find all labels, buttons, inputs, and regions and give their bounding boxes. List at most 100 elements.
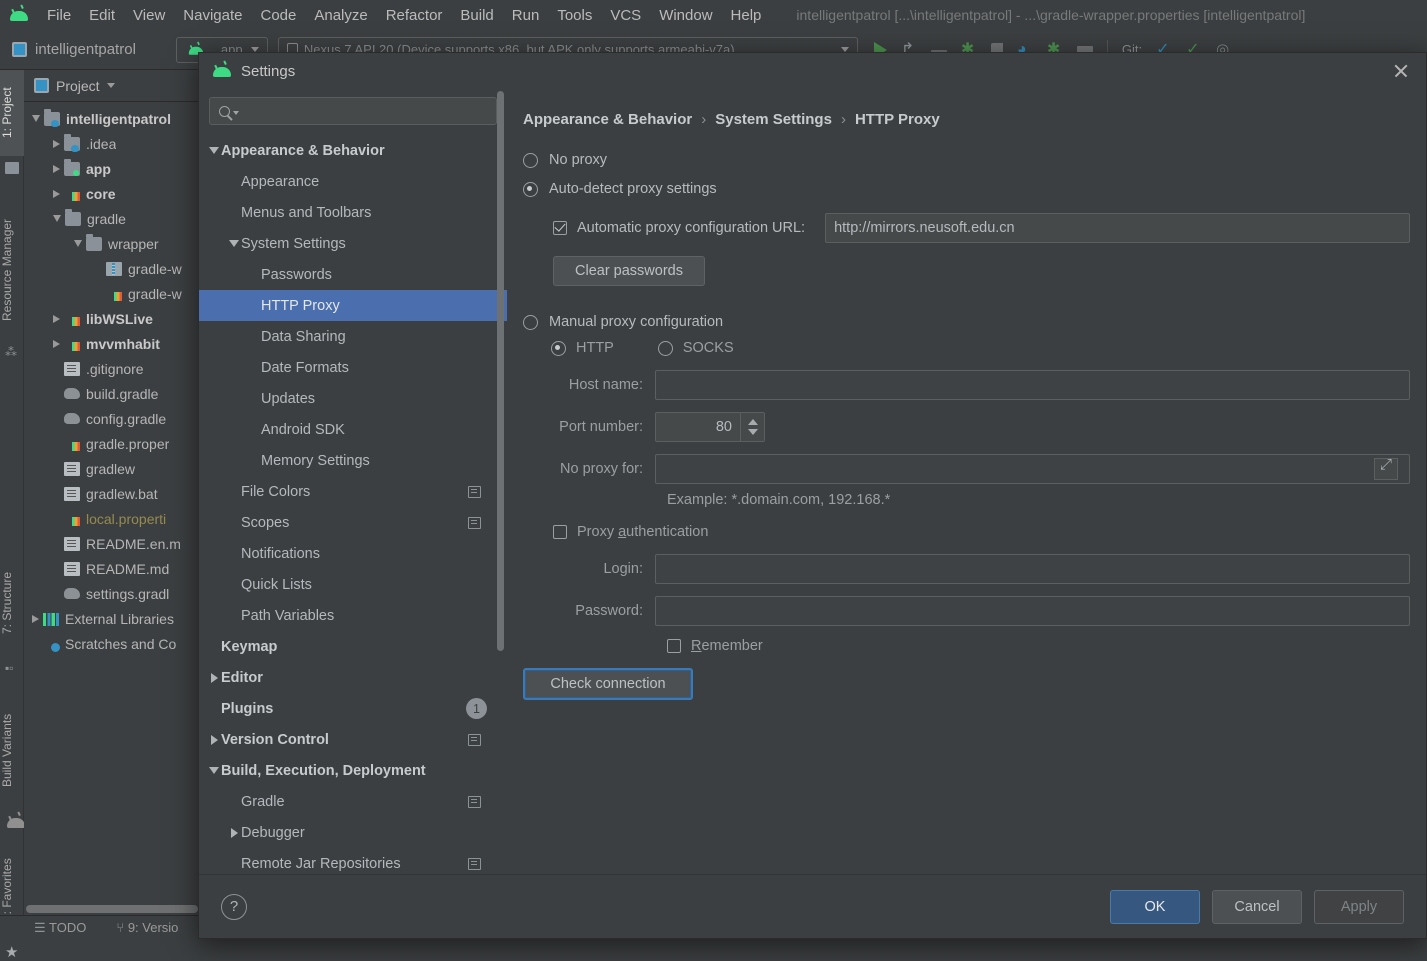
no-proxy-for-input[interactable] bbox=[655, 454, 1410, 484]
sidebar-item-resource-manager[interactable]: Resource Manager bbox=[0, 200, 24, 340]
settings-tree-item-appearance-behavior[interactable]: Appearance & Behavior bbox=[199, 135, 507, 166]
settings-tree-item-passwords[interactable]: Passwords bbox=[199, 259, 507, 290]
menu-item-code[interactable]: Code bbox=[251, 5, 305, 26]
project-tree-row[interactable]: config.gradle bbox=[24, 406, 199, 431]
settings-tree-item-scopes[interactable]: Scopes bbox=[199, 507, 507, 538]
project-tree-row[interactable]: settings.gradl bbox=[24, 581, 199, 606]
login-input[interactable] bbox=[655, 554, 1410, 584]
project-tree-row[interactable]: build.gradle bbox=[24, 381, 199, 406]
cancel-button[interactable]: Cancel bbox=[1212, 890, 1302, 924]
manual-proxy-option[interactable]: Manual proxy configuration bbox=[523, 308, 1410, 336]
chevron-down-icon[interactable] bbox=[207, 147, 221, 154]
project-tree-row[interactable]: gradle-w bbox=[24, 256, 199, 281]
settings-tree-item-build-execution-deployment[interactable]: Build, Execution, Deployment bbox=[199, 755, 507, 786]
copy-settings-icon[interactable] bbox=[468, 796, 481, 808]
host-name-input[interactable] bbox=[655, 370, 1410, 400]
http-radio[interactable] bbox=[551, 341, 566, 356]
menu-item-view[interactable]: View bbox=[124, 5, 174, 26]
settings-tree-item-notifications[interactable]: Notifications bbox=[199, 538, 507, 569]
chevron-right-icon[interactable] bbox=[227, 828, 241, 838]
settings-tree-item-updates[interactable]: Updates bbox=[199, 383, 507, 414]
copy-settings-icon[interactable] bbox=[468, 734, 481, 746]
breadcrumb-part-1[interactable]: Appearance & Behavior bbox=[523, 111, 692, 128]
settings-tree-item-gradle[interactable]: Gradle bbox=[199, 786, 507, 817]
no-proxy-option[interactable]: No proxy bbox=[523, 146, 1410, 174]
password-input[interactable] bbox=[655, 596, 1410, 626]
menu-item-navigate[interactable]: Navigate bbox=[174, 5, 251, 26]
menu-item-edit[interactable]: Edit bbox=[80, 5, 124, 26]
project-tree-row[interactable]: wrapper bbox=[24, 231, 199, 256]
manual-proxy-radio[interactable] bbox=[523, 315, 538, 330]
project-tree-row[interactable]: gradlew.bat bbox=[24, 481, 199, 506]
project-breadcrumb-chip[interactable]: intelligentpatrol bbox=[12, 41, 136, 58]
sidebar-item-structure[interactable]: 7: Structure bbox=[0, 550, 24, 656]
settings-tree-scrollbar[interactable] bbox=[497, 91, 504, 651]
project-tree-row[interactable]: gradle.proper bbox=[24, 431, 199, 456]
project-tree-row[interactable]: .idea bbox=[24, 131, 199, 156]
project-tree-row[interactable]: .gitignore bbox=[24, 356, 199, 381]
menu-item-analyze[interactable]: Analyze bbox=[305, 5, 376, 26]
sidebar-item-build-variants[interactable]: Build Variants bbox=[0, 692, 24, 808]
menu-item-build[interactable]: Build bbox=[451, 5, 502, 26]
project-tree-row[interactable]: Scratches and Co bbox=[24, 631, 199, 656]
chevron-down-icon[interactable] bbox=[74, 240, 82, 247]
menu-item-help[interactable]: Help bbox=[722, 5, 771, 26]
settings-tree-item-remote-jar-repositories[interactable]: Remote Jar Repositories bbox=[199, 848, 507, 874]
chevron-down-icon[interactable] bbox=[32, 115, 40, 122]
remember-row[interactable]: Remember bbox=[667, 638, 1410, 654]
help-button[interactable]: ? bbox=[221, 894, 247, 920]
menu-item-vcs[interactable]: VCS bbox=[601, 5, 650, 26]
settings-tree-item-debugger[interactable]: Debugger bbox=[199, 817, 507, 848]
settings-tree-item-plugins[interactable]: Plugins1 bbox=[199, 693, 507, 724]
auto-detect-option[interactable]: Auto-detect proxy settings bbox=[523, 174, 1410, 204]
menu-item-tools[interactable]: Tools bbox=[548, 5, 601, 26]
project-tree-row[interactable]: intelligentpatrol bbox=[24, 106, 199, 131]
settings-tree-item-date-formats[interactable]: Date Formats bbox=[199, 352, 507, 383]
chevron-right-icon[interactable] bbox=[207, 735, 221, 745]
settings-tree-item-http-proxy[interactable]: HTTP Proxy bbox=[199, 290, 507, 321]
project-panel-header[interactable]: Project bbox=[24, 70, 199, 102]
clear-passwords-button[interactable]: Clear passwords bbox=[553, 256, 705, 286]
auto-detect-radio[interactable] bbox=[523, 182, 538, 197]
settings-tree-item-path-variables[interactable]: Path Variables bbox=[199, 600, 507, 631]
settings-tree-item-menus-and-toolbars[interactable]: Menus and Toolbars bbox=[199, 197, 507, 228]
settings-tree-item-memory-settings[interactable]: Memory Settings bbox=[199, 445, 507, 476]
pac-url-checkbox[interactable] bbox=[553, 221, 567, 235]
menu-item-window[interactable]: Window bbox=[650, 5, 721, 26]
settings-tree-item-version-control[interactable]: Version Control bbox=[199, 724, 507, 755]
ok-button[interactable]: OK bbox=[1110, 890, 1200, 924]
menu-item-run[interactable]: Run bbox=[503, 5, 549, 26]
close-icon[interactable] bbox=[1386, 56, 1416, 86]
port-number-stepper[interactable]: 80 bbox=[655, 412, 765, 442]
project-tree-row[interactable]: gradle bbox=[24, 206, 199, 231]
copy-settings-icon[interactable] bbox=[468, 858, 481, 870]
project-tree-row[interactable]: libWSLive bbox=[24, 306, 199, 331]
chevron-right-icon[interactable] bbox=[53, 340, 60, 348]
chevron-right-icon[interactable] bbox=[53, 315, 60, 323]
chevron-down-icon[interactable] bbox=[207, 767, 221, 774]
project-tree-row[interactable]: gradlew bbox=[24, 456, 199, 481]
copy-settings-icon[interactable] bbox=[468, 486, 481, 498]
project-tree-row[interactable]: local.properti bbox=[24, 506, 199, 531]
project-tree-row[interactable]: app bbox=[24, 156, 199, 181]
expand-icon[interactable] bbox=[1374, 458, 1398, 480]
pac-url-input[interactable]: http://mirrors.neusoft.edu.cn bbox=[825, 213, 1410, 243]
proxy-auth-row[interactable]: Proxy authentication bbox=[553, 524, 1410, 540]
chevron-down-icon[interactable] bbox=[107, 83, 115, 88]
menu-item-refactor[interactable]: Refactor bbox=[377, 5, 452, 26]
chevron-down-icon[interactable] bbox=[227, 240, 241, 247]
settings-tree[interactable]: Appearance & BehaviorAppearanceMenus and… bbox=[199, 135, 507, 874]
stepper-arrows[interactable] bbox=[740, 413, 764, 441]
project-tree-row[interactable]: README.en.m bbox=[24, 531, 199, 556]
no-proxy-radio[interactable] bbox=[523, 153, 538, 168]
project-tree-row[interactable]: gradle-w bbox=[24, 281, 199, 306]
chevron-right-icon[interactable] bbox=[53, 140, 60, 148]
breadcrumb-part-2[interactable]: System Settings bbox=[715, 111, 832, 128]
project-file-tree[interactable]: intelligentpatrol.ideaappcoregradlewrapp… bbox=[24, 102, 199, 656]
project-tree-row[interactable]: mvvmhabit bbox=[24, 331, 199, 356]
settings-tree-item-file-colors[interactable]: File Colors bbox=[199, 476, 507, 507]
chevron-right-icon[interactable] bbox=[32, 615, 39, 623]
settings-tree-item-appearance[interactable]: Appearance bbox=[199, 166, 507, 197]
project-tree-row[interactable]: README.md bbox=[24, 556, 199, 581]
proxy-authentication-checkbox[interactable] bbox=[553, 525, 567, 539]
